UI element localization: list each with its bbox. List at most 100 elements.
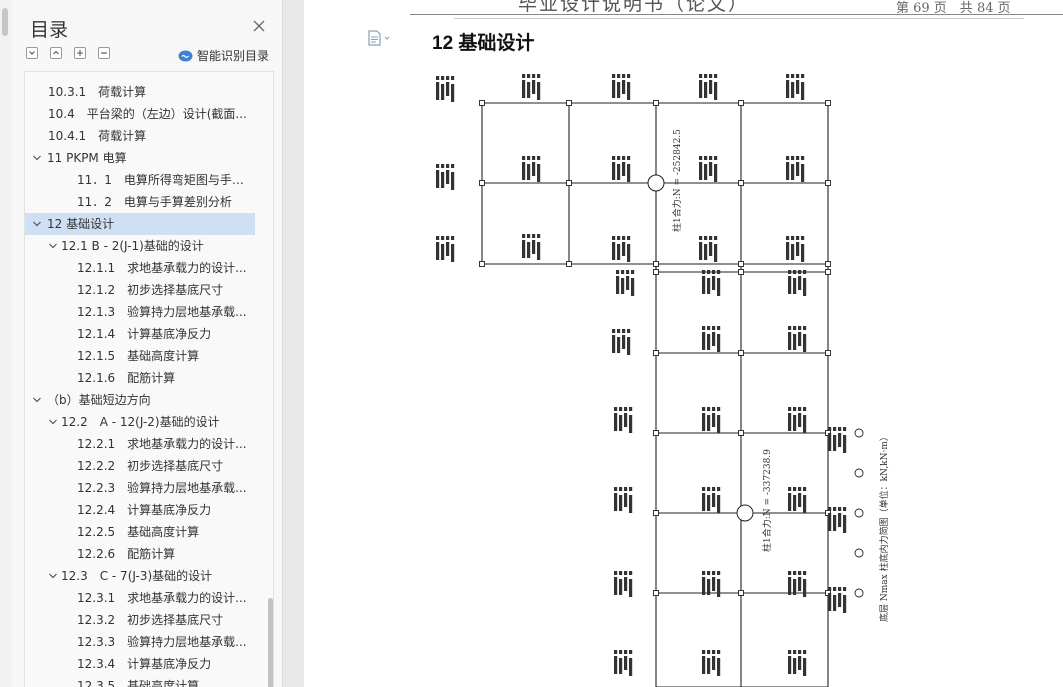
chevron-down-icon[interactable] xyxy=(30,393,44,407)
toc-item[interactable]: 12.3.2 初步选择基底尺寸 xyxy=(25,609,255,631)
force-label-text xyxy=(803,334,807,352)
toc-scroll-thumb[interactable] xyxy=(268,598,273,687)
toc-item-label: 12.2.5 基础高度计算 xyxy=(77,525,200,539)
toc-item[interactable]: （b）基础短边方向 xyxy=(25,389,255,411)
toc-item[interactable]: 11．2 电算与手算差别分析 xyxy=(25,191,255,213)
toc-item[interactable]: 12.3 C - 7(J-3)基础的设计 xyxy=(25,565,255,587)
force-label-text xyxy=(788,656,792,674)
force-label-text xyxy=(627,337,631,355)
force-label-text xyxy=(833,435,837,451)
add-heading-button[interactable] xyxy=(74,47,86,59)
force-label-text xyxy=(828,587,832,591)
force-label-text xyxy=(436,82,440,100)
force-label-text xyxy=(803,571,807,575)
force-label-text xyxy=(436,76,440,80)
toc-item[interactable]: 12.2 A - 12(J-2)基础的设计 xyxy=(25,411,255,433)
toc-item[interactable]: 12.1.4 计算基底净反力 xyxy=(25,323,255,345)
force-label-text xyxy=(801,74,805,78)
column-node xyxy=(825,261,831,267)
toc-item-label: 12.3.3 验算持力层地基承载... xyxy=(77,635,247,649)
toc-item[interactable]: 12.2.5 基础高度计算 xyxy=(25,521,255,543)
force-label-text xyxy=(522,80,526,98)
column-node xyxy=(653,350,659,356)
toc-item[interactable]: 12.1.6 配筋计算 xyxy=(25,367,255,389)
force-label-text xyxy=(702,276,706,294)
toc-item[interactable]: 12.2.3 验算持力层地基承载... xyxy=(25,477,255,499)
force-label-text xyxy=(791,244,795,260)
column-node xyxy=(738,350,744,356)
force-label-block xyxy=(612,329,631,355)
toc-item[interactable]: 12.1.2 初步选择基底尺寸 xyxy=(25,279,255,301)
force-label-text xyxy=(629,495,633,513)
toc-item[interactable]: 12.3.5 基础高度计算 xyxy=(25,675,255,687)
force-label-text xyxy=(626,270,630,274)
force-label-text xyxy=(843,587,847,591)
force-label-text xyxy=(629,415,633,433)
force-label-text xyxy=(441,84,445,100)
toc-item-label: 12.3 C - 7(J-3)基础的设计 xyxy=(61,569,213,583)
toc-item[interactable]: 12.3.1 求地基承载力的设计... xyxy=(25,587,255,609)
toc-item-label: 12.1 B - 2(J-1)基础的设计 xyxy=(61,239,204,253)
force-label-text xyxy=(612,74,616,78)
force-label-text xyxy=(704,236,708,240)
force-label-text xyxy=(622,335,626,349)
toc-item[interactable]: 12.2.4 计算基底净反力 xyxy=(25,499,255,521)
force-label-text xyxy=(436,164,440,168)
force-label-text xyxy=(624,577,628,591)
toc-item[interactable]: 12.2.1 求地基承载力的设计... xyxy=(25,433,255,455)
force-label-text xyxy=(702,571,706,575)
force-label-text xyxy=(838,587,842,591)
toc-item[interactable]: 11．1 电算所得弯矩图与手算... xyxy=(25,169,255,191)
force-label-text xyxy=(707,658,711,674)
force-label-text xyxy=(707,579,711,595)
force-label-text xyxy=(798,487,802,491)
smart-toc-button[interactable]: 智能识别目录 xyxy=(178,46,269,64)
force-label-text xyxy=(793,415,797,431)
expand-all-button[interactable] xyxy=(50,47,62,59)
force-label-text xyxy=(617,164,621,180)
force-label-text xyxy=(788,571,792,575)
force-label-text xyxy=(446,242,450,256)
collapse-all-button[interactable] xyxy=(26,47,38,59)
force-label-text xyxy=(786,236,790,240)
toc-item[interactable]: 12.1.3 验算持力层地基承载... xyxy=(25,301,255,323)
force-label-text xyxy=(801,236,805,240)
chevron-down-icon[interactable] xyxy=(46,415,60,429)
toc-item[interactable]: 12.1.1 求地基承载力的设计... xyxy=(25,257,255,279)
toc-item[interactable]: 12.3.4 计算基底净反力 xyxy=(25,653,255,675)
chevron-down-icon[interactable] xyxy=(46,239,60,253)
toc-item[interactable]: 11 PKPM 电算 xyxy=(25,147,255,169)
toc-item[interactable]: 12.2.2 初步选择基底尺寸 xyxy=(25,455,255,477)
remove-heading-button[interactable] xyxy=(98,47,110,59)
toc-item[interactable]: 12 基础设计 xyxy=(25,213,255,235)
force-label-text xyxy=(707,407,711,411)
chevron-down-icon[interactable] xyxy=(30,151,44,165)
toc-item-label: 12.3.1 求地基承载力的设计... xyxy=(77,591,247,605)
close-icon[interactable] xyxy=(252,18,266,32)
force-label-text xyxy=(616,276,620,294)
chevron-down-icon[interactable] xyxy=(30,217,44,231)
force-label-text xyxy=(709,156,713,160)
force-label-text xyxy=(788,577,792,595)
force-label-text xyxy=(714,244,718,262)
force-label-text xyxy=(793,278,797,294)
force-label-text xyxy=(801,244,805,262)
toc-item[interactable]: 12.1 B - 2(J-1)基础的设计 xyxy=(25,235,255,257)
force-label-text xyxy=(793,326,797,330)
toc-item[interactable]: 12.2.6 配筋计算 xyxy=(25,543,255,565)
force-label-text xyxy=(699,162,703,180)
force-label-text xyxy=(622,236,626,240)
force-label-text xyxy=(714,164,718,182)
chevron-down-icon[interactable] xyxy=(46,569,60,583)
diagram-note: 底层 Nmax 柱底内力简图（单位：kN,kN·m） xyxy=(878,432,890,622)
toc-item[interactable]: 12.3.3 验算持力层地基承载... xyxy=(25,631,255,653)
toc-item[interactable]: 10.4 平台梁的（左边）设计(截面... xyxy=(25,103,255,125)
toc-item[interactable]: 10.3.1 荷载计算 xyxy=(25,81,255,103)
force-label-text xyxy=(627,82,631,100)
toc-item[interactable]: 10.4.1 荷载计算 xyxy=(25,125,255,147)
window-scrollbar[interactable] xyxy=(0,0,12,687)
force-label-text xyxy=(622,242,626,256)
toc-item[interactable]: 12.1.5 基础高度计算 xyxy=(25,345,255,367)
force-label-text xyxy=(617,244,621,260)
window-scroll-thumb[interactable] xyxy=(2,8,8,36)
